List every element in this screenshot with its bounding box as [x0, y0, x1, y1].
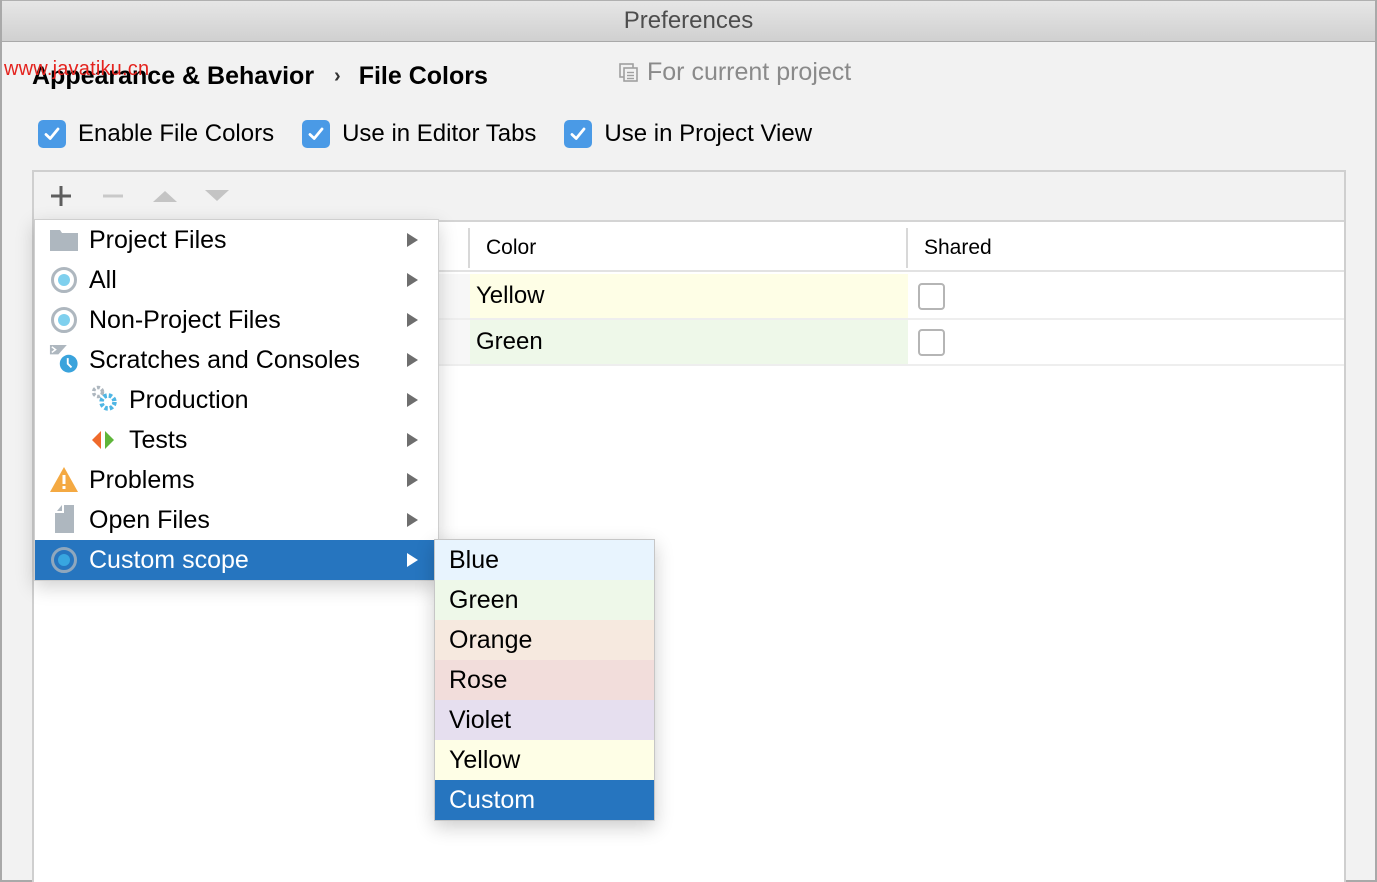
color-option-custom[interactable]: Custom — [435, 780, 654, 820]
shared-cell — [908, 274, 1344, 318]
scope-hint: For current project — [619, 58, 851, 87]
title-bar: Preferences — [2, 0, 1375, 42]
remove-button[interactable] — [98, 181, 128, 211]
menu-item-open-files[interactable]: Open Files — [35, 500, 438, 540]
folder-icon — [49, 225, 79, 255]
use-in-project-view-checkbox[interactable]: Use in Project View — [564, 120, 812, 148]
tests-icon — [89, 425, 119, 455]
checkbox-checked[interactable] — [38, 120, 66, 148]
window-title: Preferences — [623, 7, 754, 34]
menu-item-all[interactable]: All — [35, 260, 438, 300]
menu-item-label: Project Files — [89, 225, 227, 254]
column-header-shared[interactable]: Shared — [906, 228, 1346, 268]
arrow-up-icon — [153, 191, 177, 202]
menu-item-label: Non-Project Files — [89, 305, 281, 334]
move-down-button[interactable] — [202, 181, 232, 211]
shared-cell — [908, 320, 1344, 364]
scope-icon — [49, 305, 79, 335]
scope-icon — [49, 265, 79, 295]
file-icon — [49, 504, 79, 534]
color-cell[interactable]: Green — [470, 320, 908, 364]
menu-item-label: Scratches and Consoles — [89, 345, 360, 374]
scope-icon — [49, 545, 79, 575]
menu-item-label: Production — [129, 385, 249, 414]
checkmark-icon — [308, 127, 324, 140]
color-option-rose[interactable]: Rose — [435, 660, 654, 700]
add-button[interactable] — [46, 181, 76, 211]
checkmark-icon — [44, 127, 60, 140]
shared-checkbox[interactable] — [918, 329, 945, 356]
color-option-violet[interactable]: Violet — [435, 700, 654, 740]
submenu-arrow-icon — [407, 393, 418, 407]
project-scope-icon — [619, 62, 638, 82]
menu-item-label: Custom scope — [89, 545, 249, 574]
shared-checkbox[interactable] — [918, 283, 945, 310]
checkbox-checked[interactable] — [564, 120, 593, 148]
color-option-orange[interactable]: Orange — [435, 620, 654, 660]
option-label: Use in Project View — [604, 120, 813, 147]
color-option-green[interactable]: Green — [435, 580, 654, 620]
checkmark-icon — [571, 127, 586, 140]
menu-item-non-project-files[interactable]: Non-Project Files — [35, 300, 438, 340]
menu-item-label: Problems — [89, 465, 195, 494]
menu-item-label: Tests — [129, 425, 188, 454]
scope-popup-menu: Project Files All Non-Project Files Scra… — [34, 219, 439, 581]
gears-icon — [89, 384, 119, 414]
plus-icon — [51, 186, 71, 206]
options-row: Enable File Colors Use in Editor Tabs Us… — [38, 120, 812, 148]
move-up-button[interactable] — [150, 181, 180, 211]
menu-item-scratches-and-consoles[interactable]: Scratches and Consoles — [35, 340, 438, 380]
submenu-arrow-icon — [407, 353, 418, 367]
breadcrumb-current: File Colors — [358, 61, 488, 90]
menu-item-tests[interactable]: Tests — [35, 420, 438, 460]
menu-item-label: All — [89, 265, 117, 294]
scope-hint-label: For current project — [647, 58, 852, 86]
use-in-editor-tabs-checkbox[interactable]: Use in Editor Tabs — [302, 120, 536, 148]
scratches-icon — [49, 344, 79, 374]
checkbox-checked[interactable] — [302, 120, 331, 148]
menu-item-label: Open Files — [89, 505, 210, 534]
menu-item-custom-scope[interactable]: Custom scope — [35, 540, 438, 580]
enable-file-colors-checkbox[interactable]: Enable File Colors — [38, 120, 274, 148]
submenu-arrow-icon — [407, 273, 418, 287]
submenu-arrow-icon — [407, 313, 418, 327]
menu-item-problems[interactable]: Problems — [35, 460, 438, 500]
table-toolbar — [34, 172, 1344, 222]
color-option-blue[interactable]: Blue — [435, 540, 654, 580]
menu-item-production[interactable]: Production — [35, 380, 438, 420]
menu-item-project-files[interactable]: Project Files — [35, 220, 438, 260]
color-cell[interactable]: Yellow — [470, 274, 908, 318]
color-submenu: Blue Green Orange Rose Violet Yellow Cus… — [434, 539, 655, 821]
submenu-arrow-icon — [407, 473, 418, 487]
option-label: Use in Editor Tabs — [342, 120, 537, 147]
submenu-arrow-icon — [407, 513, 418, 527]
submenu-arrow-icon — [407, 433, 418, 447]
color-option-yellow[interactable]: Yellow — [435, 740, 654, 780]
preferences-window: Preferences www.javatiku.cn Appearance &… — [0, 0, 1377, 882]
submenu-arrow-icon — [407, 233, 418, 247]
breadcrumb-separator: › — [334, 64, 341, 87]
arrow-down-icon — [205, 190, 229, 201]
option-label: Enable File Colors — [78, 120, 275, 147]
submenu-arrow-icon — [407, 553, 418, 567]
column-header-color[interactable]: Color — [468, 228, 908, 268]
watermark: www.javatiku.cn — [4, 58, 150, 80]
warning-icon — [49, 465, 79, 495]
minus-icon — [103, 194, 123, 198]
